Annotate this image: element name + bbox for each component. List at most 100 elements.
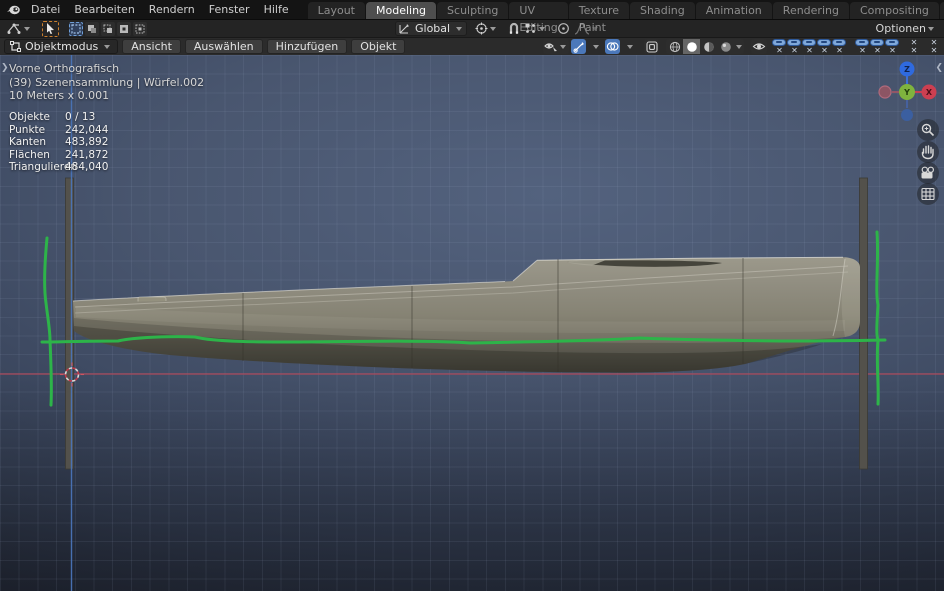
menubar: DateiBearbeitenRendernFensterHilfe	[24, 0, 296, 19]
topbar: DateiBearbeitenRendernFensterHilfe Layou…	[0, 0, 944, 19]
ortho-toggle-button[interactable]	[917, 183, 939, 205]
rendered-icon	[720, 41, 732, 53]
overlays-icon	[606, 41, 619, 52]
select-mode-invert[interactable]	[117, 22, 131, 36]
stat-label: Objekte	[9, 111, 65, 124]
gizmos-dropdown[interactable]	[588, 39, 603, 54]
proportional-falloff-select[interactable]	[572, 21, 602, 36]
workspace-tab[interactable]: Rendering	[773, 2, 849, 19]
x-mark[interactable]: ✕	[802, 46, 817, 55]
stat-row: Objekte 0 / 13	[9, 111, 108, 124]
menubar-item[interactable]: Hilfe	[257, 0, 296, 19]
pill-toggle[interactable]	[855, 39, 869, 46]
material-preview-icon	[703, 41, 715, 53]
menubar-item[interactable]: Datei	[24, 0, 67, 19]
eye-icon	[752, 41, 766, 52]
orientation-icon	[398, 23, 411, 35]
pivot-point-select[interactable]	[473, 21, 500, 36]
overlays-toggle[interactable]	[605, 39, 620, 54]
navigation-gizmo[interactable]: Z X Y	[879, 62, 937, 122]
interaction-mode-select[interactable]: Objektmodus	[4, 39, 118, 54]
blender-logo-icon[interactable]	[6, 3, 21, 16]
xray-toggle[interactable]	[644, 39, 659, 54]
select-mode-extend[interactable]	[85, 22, 99, 36]
shading-rendered-button[interactable]	[717, 39, 734, 54]
chevron-down-icon	[490, 27, 496, 31]
stat-value: 0 / 13	[65, 111, 95, 124]
pill-toggle[interactable]	[885, 39, 899, 46]
pill-toggle[interactable]	[802, 39, 816, 46]
viewport-menu-item[interactable]: Auswählen	[185, 39, 263, 54]
gizmo-z-label: Z	[904, 65, 910, 74]
options-dropdown[interactable]: Optionen	[872, 22, 940, 35]
x-mark-stack: ✕ ✕	[908, 39, 920, 55]
stat-value: 483,892	[65, 136, 108, 149]
chevron-down-icon	[593, 45, 599, 49]
workspace-tab[interactable]: Animation	[696, 2, 772, 19]
pill-toggle[interactable]	[772, 39, 786, 46]
menubar-item[interactable]: Fenster	[202, 0, 257, 19]
toolbar-expand-icon[interactable]: ❯	[1, 63, 9, 73]
workspace-tab[interactable]: Scripting	[940, 2, 944, 19]
workspace-tab[interactable]: Texture Paint	[569, 2, 629, 19]
chevron-down-icon	[24, 27, 30, 31]
x-mark[interactable]: ✕	[832, 46, 847, 55]
pill-toggle[interactable]	[832, 39, 846, 46]
gizmos-toggle[interactable]	[571, 39, 586, 54]
pill-toggle[interactable]	[870, 39, 884, 46]
boat-model[interactable]	[73, 257, 860, 372]
workspace-tab[interactable]: Sculpting	[437, 2, 508, 19]
snap-toggle[interactable]	[506, 21, 522, 36]
select-mode-intersect[interactable]	[133, 22, 147, 36]
zoom-button[interactable]	[917, 119, 939, 141]
pan-button[interactable]	[917, 141, 939, 163]
x-mark[interactable]: ✕	[885, 46, 900, 55]
viewport-header-right: ✕ ✕ ✕ ✕ ✕ ✕ ✕ ✕ ✕ ✕ ✕ ✕	[543, 39, 940, 55]
shading-wireframe-button[interactable]	[666, 39, 683, 54]
viewport-menu-item[interactable]: Objekt	[351, 39, 405, 54]
proportional-editing-toggle[interactable]	[555, 21, 572, 36]
viewport-canvas[interactable]: Z X Y	[0, 55, 944, 591]
xray-icon	[646, 41, 658, 53]
viewport-menu-item[interactable]: Ansicht	[122, 39, 181, 54]
workspace-tab[interactable]: Modeling	[366, 2, 436, 19]
pill-toggle[interactable]	[817, 39, 831, 46]
gizmo-y-label: Y	[903, 88, 910, 97]
workspace-tab[interactable]: Layout	[308, 2, 365, 19]
menubar-item[interactable]: Bearbeiten	[67, 0, 141, 19]
camera-view-button[interactable]	[917, 162, 939, 184]
x-mark[interactable]: ✕	[908, 47, 920, 55]
shading-material-button[interactable]	[700, 39, 717, 54]
mode-label: Objektmodus	[25, 40, 98, 53]
select-mode-new[interactable]	[69, 22, 83, 36]
active-tool-select-box[interactable]	[42, 21, 59, 37]
select-mode-subtract[interactable]	[101, 22, 115, 36]
x-mark[interactable]: ✕	[855, 46, 870, 55]
pill-toggle[interactable]	[787, 39, 801, 46]
snap-target-select[interactable]	[522, 21, 549, 36]
transform-orientation-select[interactable]: Global	[395, 21, 467, 36]
x-mark[interactable]: ✕	[817, 46, 832, 55]
orientation-value: Global	[411, 22, 454, 35]
sidebar-expand-icon[interactable]: ❮	[935, 63, 943, 73]
overlays-dropdown[interactable]	[622, 39, 637, 54]
editor-type-button[interactable]	[4, 21, 34, 36]
x-mark[interactable]: ✕	[870, 46, 885, 55]
gizmo-axis-neg-x[interactable]	[879, 86, 891, 98]
viewport-menu-item[interactable]: Hinzufügen	[267, 39, 348, 54]
workspace-tab[interactable]: UV Editing	[509, 2, 567, 19]
render-preview-eye-button[interactable]	[751, 39, 767, 54]
workspace-tab[interactable]: Shading	[630, 2, 695, 19]
shading-mode-group	[666, 39, 744, 54]
menubar-item[interactable]: Rendern	[142, 0, 202, 19]
object-visibility-dropdown[interactable]	[543, 39, 569, 54]
pivot-icon	[475, 22, 488, 35]
x-mark[interactable]: ✕	[772, 46, 787, 55]
workspace-tab[interactable]: Compositing	[850, 2, 939, 19]
x-mark[interactable]: ✕	[928, 47, 940, 55]
gizmo-axis-neg-z[interactable]	[901, 109, 913, 121]
chevron-down-icon	[928, 27, 934, 31]
x-mark[interactable]: ✕	[787, 46, 802, 55]
3d-viewport[interactable]: Z X Y	[0, 55, 944, 591]
shading-solid-button[interactable]	[683, 39, 700, 54]
